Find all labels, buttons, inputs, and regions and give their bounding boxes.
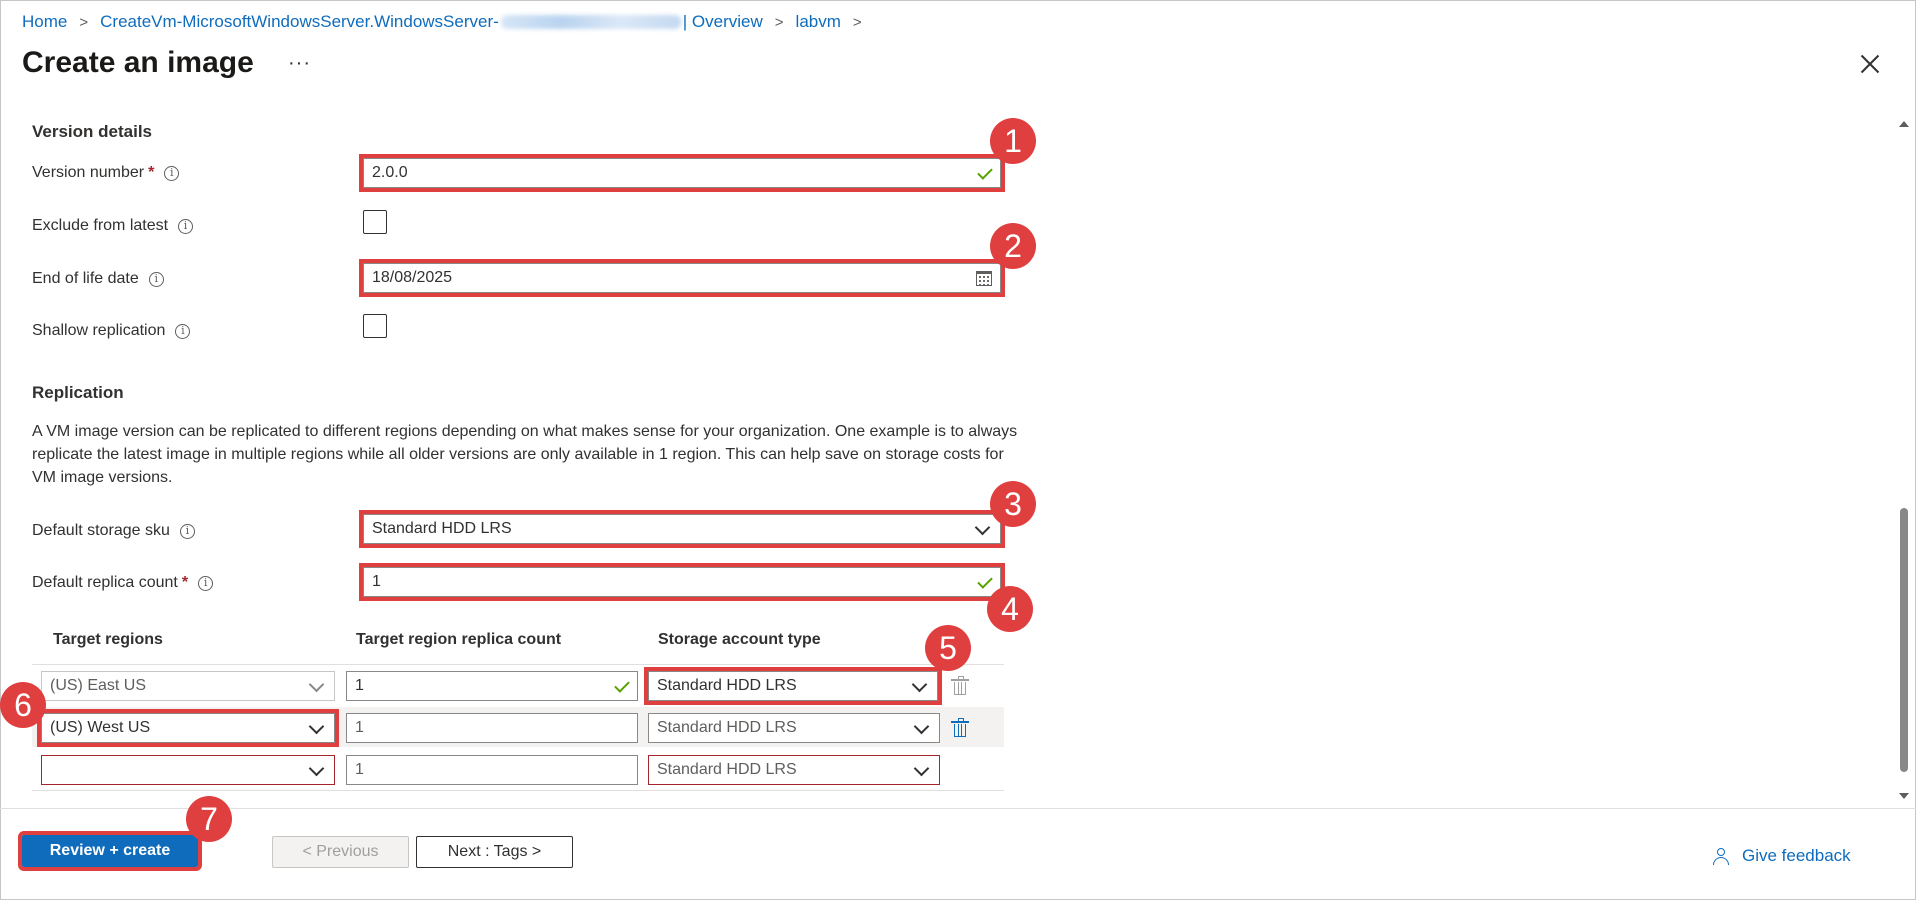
info-icon[interactable] — [178, 218, 194, 234]
redacted-text — [500, 15, 681, 29]
replica-count-value: 1 — [355, 677, 364, 694]
storage-type-value: Standard HDD LRS — [657, 677, 797, 694]
grid-header-storage-type: Storage account type — [658, 631, 821, 648]
checkmark-icon — [977, 573, 993, 589]
feedback-person-icon — [1712, 847, 1732, 865]
storage-type-value: Standard HDD LRS — [657, 719, 797, 736]
chevron-right-icon: > — [852, 13, 862, 31]
chevron-down-icon — [913, 718, 930, 735]
calendar-icon[interactable] — [976, 271, 992, 286]
storage-type-dropdown-row3[interactable]: Standard HDD LRS — [648, 755, 940, 785]
callout-badge-3: 3 — [990, 481, 1036, 527]
default-storage-sku-label: Default storage sku — [32, 522, 195, 540]
end-of-life-date-label: End of life date — [32, 270, 164, 288]
info-icon[interactable] — [164, 165, 180, 181]
default-replica-count-input[interactable]: 1 — [359, 563, 1005, 601]
target-region-dropdown-row2[interactable]: (US) West US — [37, 709, 339, 747]
default-replica-count-value: 1 — [372, 573, 381, 590]
chevron-down-icon — [308, 676, 325, 693]
default-storage-sku-value: Standard HDD LRS — [372, 520, 512, 537]
replication-description: A VM image version can be replicated to … — [32, 423, 1018, 486]
target-region-dropdown-row1: (US) East US — [41, 671, 335, 701]
grid-header-target-regions: Target regions — [53, 631, 163, 648]
give-feedback-label: Give feedback — [1742, 846, 1851, 865]
storage-type-dropdown-row2[interactable]: Standard HDD LRS — [648, 713, 940, 743]
callout-badge-5: 5 — [925, 625, 971, 671]
target-region-value: (US) West US — [50, 719, 151, 736]
chevron-down-icon — [974, 519, 991, 536]
target-region-dropdown-row3[interactable] — [41, 755, 335, 785]
close-icon[interactable] — [1858, 52, 1882, 76]
more-options-button[interactable]: ··· — [288, 52, 311, 75]
exclude-from-latest-label: Exclude from latest — [32, 217, 194, 235]
version-number-value: 2.0.0 — [372, 164, 408, 181]
version-number-input[interactable]: 2.0.0 — [359, 154, 1005, 192]
grid-divider — [32, 790, 1004, 791]
replica-count-value: 1 — [355, 719, 364, 736]
callout-badge-1: 1 — [990, 118, 1036, 164]
footer-divider — [0, 808, 1916, 809]
default-replica-count-label-text: Default replica count — [32, 574, 178, 591]
replica-count-input-row1[interactable]: 1 — [346, 671, 638, 701]
replica-count-value: 1 — [355, 761, 364, 778]
scroll-up-arrow-icon[interactable] — [1899, 121, 1909, 127]
info-icon[interactable] — [198, 575, 214, 591]
callout-badge-6: 6 — [0, 682, 46, 728]
exclude-from-latest-label-text: Exclude from latest — [32, 217, 169, 234]
chevron-down-icon — [911, 676, 928, 693]
chevron-down-icon — [913, 760, 930, 777]
version-number-label-text: Version number — [32, 164, 145, 181]
callout-badge-7: 7 — [186, 796, 232, 842]
end-of-life-date-value: 18/08/2025 — [372, 269, 453, 286]
breadcrumb-home[interactable]: Home — [22, 12, 67, 32]
chevron-down-icon — [308, 760, 325, 777]
replication-heading: Replication — [32, 383, 124, 402]
version-details-heading: Version details — [32, 122, 152, 141]
info-icon[interactable] — [175, 323, 191, 339]
breadcrumb-vm-create[interactable]: CreateVm-MicrosoftWindowsServer.WindowsS… — [100, 12, 499, 32]
exclude-from-latest-checkbox[interactable] — [363, 210, 387, 234]
end-of-life-date-label-text: End of life date — [32, 270, 139, 287]
default-storage-sku-dropdown[interactable]: Standard HDD LRS — [359, 510, 1005, 548]
version-number-label: Version number * — [32, 164, 180, 182]
review-create-button[interactable]: Review + create — [18, 831, 202, 871]
shallow-replication-label: Shallow replication — [32, 322, 191, 340]
required-asterisk: * — [148, 164, 155, 181]
breadcrumb: Home > CreateVm-MicrosoftWindowsServer.W… — [22, 12, 874, 32]
previous-button[interactable]: < Previous — [272, 836, 409, 868]
callout-badge-4: 4 — [987, 586, 1033, 632]
shallow-replication-label-text: Shallow replication — [32, 322, 166, 339]
checkmark-icon — [614, 677, 630, 693]
required-asterisk: * — [181, 574, 189, 591]
chevron-right-icon: > — [79, 13, 89, 31]
give-feedback-link[interactable]: Give feedback — [1712, 846, 1851, 866]
callout-badge-2: 2 — [990, 223, 1036, 269]
page-title: Create an image — [22, 46, 254, 79]
default-replica-count-label: Default replica count * — [32, 574, 214, 592]
storage-type-value: Standard HDD LRS — [657, 761, 797, 778]
grid-divider — [32, 664, 1004, 665]
chevron-down-icon — [308, 718, 325, 735]
default-storage-sku-label-text: Default storage sku — [32, 522, 170, 539]
delete-icon[interactable] — [951, 718, 969, 737]
info-icon[interactable] — [148, 271, 164, 287]
scroll-down-arrow-icon[interactable] — [1899, 793, 1909, 799]
grid-header-replica-count: Target region replica count — [356, 631, 562, 648]
next-tags-button[interactable]: Next : Tags > — [416, 836, 573, 868]
replica-count-input-row3[interactable]: 1 — [346, 755, 638, 785]
replica-count-input-row2[interactable]: 1 — [346, 713, 638, 743]
scrollbar-thumb[interactable] — [1900, 508, 1908, 772]
breadcrumb-labvm[interactable]: labvm — [796, 12, 841, 32]
checkmark-icon — [977, 164, 993, 180]
delete-icon — [951, 676, 969, 695]
end-of-life-date-picker[interactable]: 18/08/2025 — [359, 259, 1005, 297]
info-icon[interactable] — [179, 523, 195, 539]
chevron-right-icon: > — [774, 13, 784, 31]
shallow-replication-checkbox[interactable] — [363, 314, 387, 338]
target-region-value: (US) East US — [50, 677, 147, 694]
storage-type-dropdown-row1[interactable]: Standard HDD LRS — [644, 667, 942, 705]
breadcrumb-overview[interactable]: | Overview — [683, 12, 763, 32]
